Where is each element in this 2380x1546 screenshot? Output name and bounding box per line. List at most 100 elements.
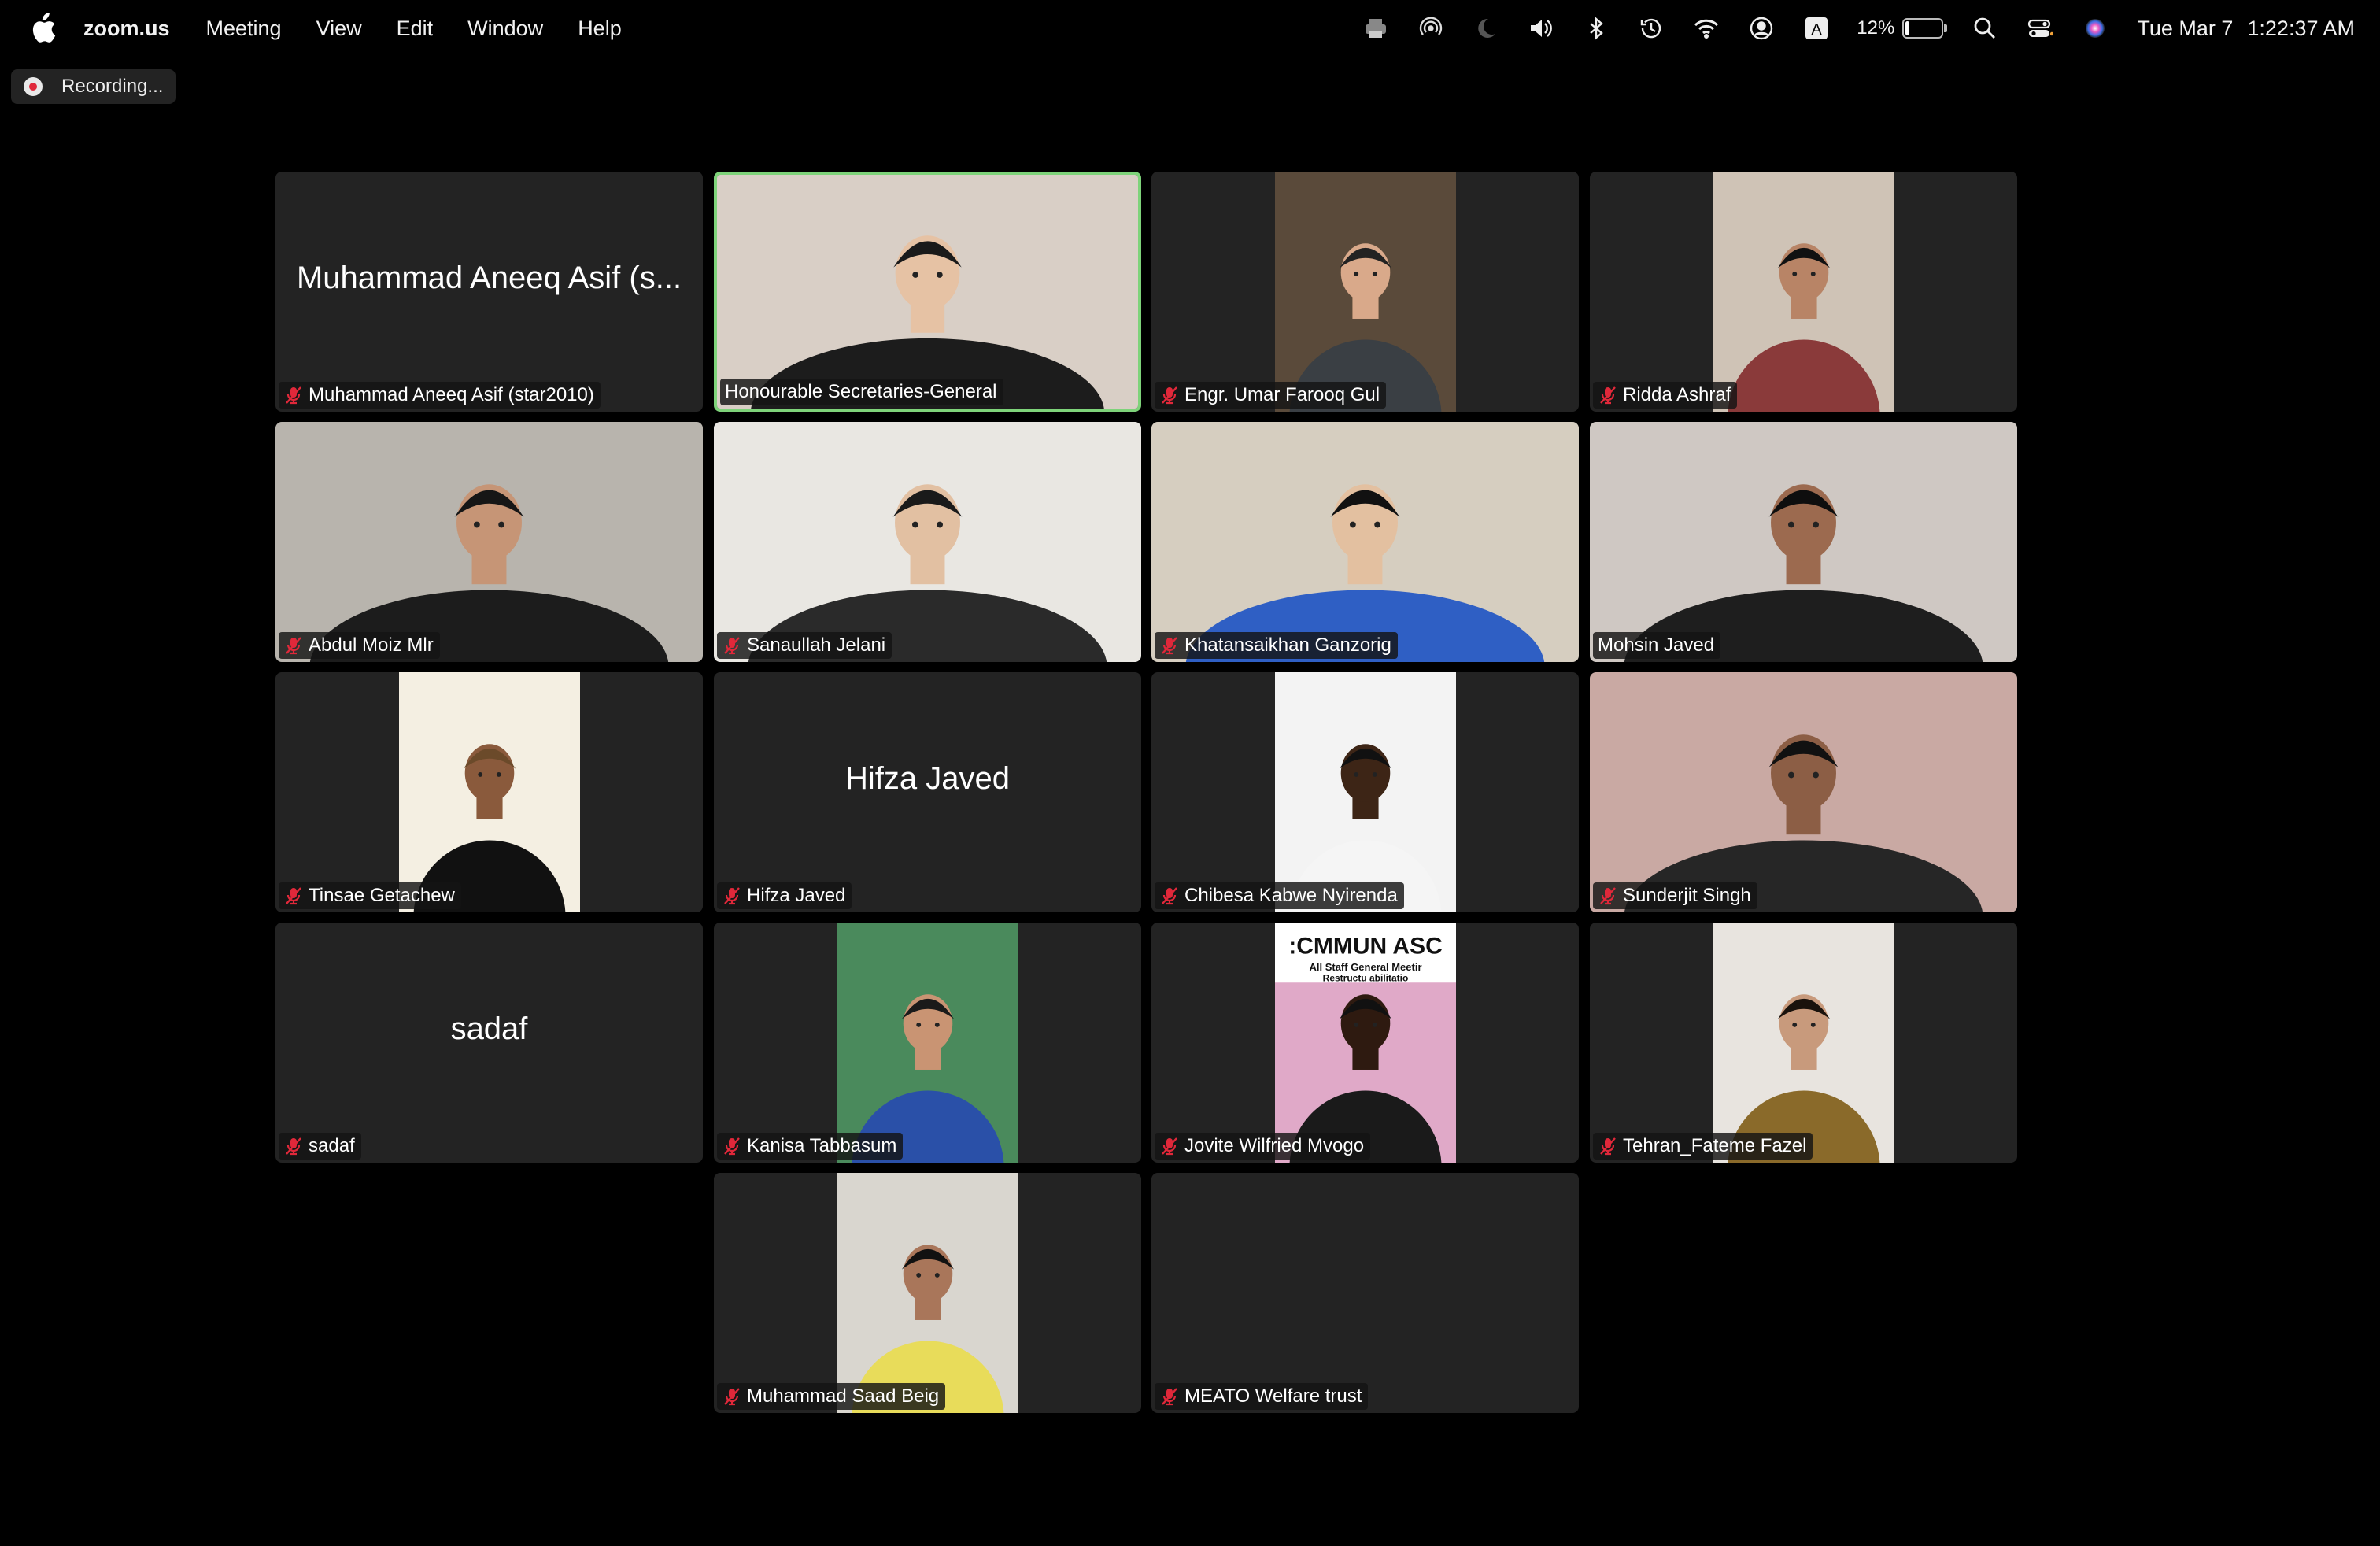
participant-video bbox=[837, 1173, 1018, 1413]
participant-tile[interactable]: Sunderjit Singh bbox=[1590, 672, 2017, 912]
participant-video bbox=[1590, 672, 2017, 912]
battery-percent: 12% bbox=[1857, 17, 1895, 39]
mic-muted-icon bbox=[283, 1136, 304, 1156]
mic-muted-icon bbox=[1159, 385, 1180, 405]
participant-video bbox=[275, 422, 703, 662]
mic-muted-icon bbox=[722, 635, 742, 656]
battery-icon[interactable] bbox=[1902, 18, 1948, 39]
participant-tile[interactable]: Kanisa Tabbasum bbox=[714, 923, 1141, 1163]
participant-display-name: Muhammad Aneeq Asif (s... bbox=[296, 261, 682, 295]
siri-icon[interactable] bbox=[2082, 15, 2108, 42]
mic-muted-icon bbox=[722, 1136, 742, 1156]
menu-window[interactable]: Window bbox=[468, 17, 543, 41]
menubar-date[interactable]: Tue Mar 7 bbox=[2137, 17, 2233, 41]
participant-name-tag: Engr. Umar Farooq Gul bbox=[1155, 382, 1387, 409]
participant-tile[interactable]: Mohsin Javed bbox=[1590, 422, 2017, 662]
participant-name: Mohsin Javed bbox=[1598, 634, 1715, 656]
participant-name-tag: MEATO Welfare trust bbox=[1155, 1383, 1369, 1410]
participant-tile[interactable]: MEATO Welfare trust bbox=[1151, 1173, 1579, 1413]
participant-video bbox=[1713, 923, 1894, 1163]
participant-name: Honourable Secretaries-General bbox=[725, 381, 997, 402]
participant-name-tag: Hifza Javed bbox=[717, 882, 852, 909]
participant-display-name: sadaf bbox=[450, 1012, 528, 1046]
participant-tile[interactable]: :CMMUN ASC All Staff General Meetir Restru… bbox=[1151, 923, 1579, 1163]
participant-video-feed bbox=[1151, 422, 1579, 662]
recording-label: Recording... bbox=[61, 76, 164, 97]
participant-tile[interactable]: Abdul Moiz Mlr bbox=[275, 422, 703, 662]
participant-name: MEATO Welfare trust bbox=[1184, 1385, 1362, 1407]
menu-help[interactable]: Help bbox=[578, 17, 622, 41]
participant-tile[interactable]: Honourable Secretaries-General bbox=[714, 172, 1141, 412]
participant-video-feed bbox=[1713, 172, 1894, 412]
participant-video bbox=[1713, 172, 1894, 412]
participant-name-tag: Abdul Moiz Mlr bbox=[279, 632, 440, 659]
participant-name: Abdul Moiz Mlr bbox=[309, 634, 434, 656]
participant-video-feed: :CMMUN ASCAll Staff General MeetirRestru… bbox=[1274, 923, 1456, 1163]
mic-muted-icon bbox=[1159, 1136, 1180, 1156]
wifi-icon[interactable] bbox=[1693, 15, 1720, 42]
participant-video-feed bbox=[1274, 172, 1456, 412]
menu-view[interactable]: View bbox=[316, 17, 362, 41]
printer-icon[interactable] bbox=[1362, 15, 1389, 42]
participant-name: Hifza Javed bbox=[747, 885, 846, 906]
svg-text:A: A bbox=[1812, 21, 1823, 39]
mic-muted-icon bbox=[1598, 886, 1618, 906]
volume-icon[interactable] bbox=[1528, 15, 1554, 42]
participant-name-tag: Khatansaikhan Ganzorig bbox=[1155, 632, 1398, 659]
control-center-icon[interactable] bbox=[2027, 15, 2054, 42]
user-account-icon[interactable] bbox=[1748, 15, 1775, 42]
participant-video bbox=[1151, 422, 1579, 662]
participant-name-tag: Sanaullah Jelani bbox=[717, 632, 893, 659]
poster-line-2: Restructu abilitatio bbox=[1322, 973, 1408, 984]
participant-name-tag: Sunderjit Singh bbox=[1593, 882, 1757, 909]
poster-title: :CMMUN ASC bbox=[1288, 934, 1443, 960]
mic-muted-icon bbox=[1159, 1386, 1180, 1407]
participant-name-tag: Tehran_Fateme Fazel bbox=[1593, 1133, 1813, 1160]
participant-video bbox=[1274, 672, 1456, 912]
participant-name: Kanisa Tabbasum bbox=[747, 1135, 897, 1156]
participant-tile[interactable]: Ridda Ashraf bbox=[1590, 172, 2017, 412]
participant-name-tag: Jovite Wilfried Mvogo bbox=[1155, 1133, 1371, 1160]
participant-name: Sunderjit Singh bbox=[1623, 885, 1751, 906]
macos-menu-bar: zoom.us Meeting View Edit Window Help A … bbox=[0, 0, 2380, 57]
participant-display-name: Hifza Javed bbox=[845, 761, 1010, 796]
participant-tile[interactable]: Khatansaikhan Ganzorig bbox=[1151, 422, 1579, 662]
participant-video-feed bbox=[1590, 422, 2017, 662]
participant-name-tag: Muhammad Aneeq Asif (star2010) bbox=[279, 382, 601, 409]
participant-tile[interactable]: sadaf sadaf bbox=[275, 923, 703, 1163]
participant-video bbox=[1590, 422, 2017, 662]
poster-line-1: All Staff General Meetir bbox=[1309, 961, 1421, 973]
airdrop-icon[interactable] bbox=[1417, 15, 1444, 42]
participant-tile[interactable]: Muhammad Aneeq Asif (s... Muhammad Aneeq … bbox=[275, 172, 703, 412]
participant-tile[interactable]: Tinsae Getachew bbox=[275, 672, 703, 912]
participant-name: Chibesa Kabwe Nyirenda bbox=[1184, 885, 1398, 906]
participant-name: Muhammad Aneeq Asif (star2010) bbox=[309, 384, 594, 405]
spotlight-search-icon[interactable] bbox=[1972, 15, 1998, 42]
participant-tile[interactable]: Engr. Umar Farooq Gul bbox=[1151, 172, 1579, 412]
participant-name-tag: Ridda Ashraf bbox=[1593, 382, 1738, 409]
bluetooth-icon[interactable] bbox=[1583, 15, 1609, 42]
participant-tile[interactable]: Muhammad Saad Beig bbox=[714, 1173, 1141, 1413]
record-dot-icon bbox=[24, 77, 42, 96]
participant-tile[interactable]: Tehran_Fateme Fazel bbox=[1590, 923, 2017, 1163]
input-source-icon[interactable]: A bbox=[1803, 15, 1830, 42]
time-machine-icon[interactable] bbox=[1638, 15, 1665, 42]
menu-app-name[interactable]: zoom.us bbox=[83, 17, 170, 41]
focus-moon-icon[interactable] bbox=[1473, 15, 1499, 42]
menubar-time[interactable]: 1:22:37 AM bbox=[2247, 17, 2355, 41]
menu-edit[interactable]: Edit bbox=[397, 17, 434, 41]
participant-name-tag: sadaf bbox=[279, 1133, 361, 1160]
participant-tile[interactable]: Hifza Javed Hifza Javed bbox=[714, 672, 1141, 912]
participant-tile[interactable]: Chibesa Kabwe Nyirenda bbox=[1151, 672, 1579, 912]
apple-menu-icon[interactable] bbox=[28, 13, 57, 44]
participant-video bbox=[717, 175, 1138, 409]
participant-name: Khatansaikhan Ganzorig bbox=[1184, 634, 1391, 656]
participant-name: Sanaullah Jelani bbox=[747, 634, 886, 656]
participant-video bbox=[1274, 172, 1456, 412]
recording-indicator[interactable]: Recording... bbox=[11, 69, 176, 104]
participant-video-feed bbox=[275, 422, 703, 662]
participant-video-feed bbox=[1590, 672, 2017, 912]
participant-tile[interactable]: Sanaullah Jelani bbox=[714, 422, 1141, 662]
menu-meeting[interactable]: Meeting bbox=[206, 17, 282, 41]
mic-muted-icon bbox=[722, 886, 742, 906]
